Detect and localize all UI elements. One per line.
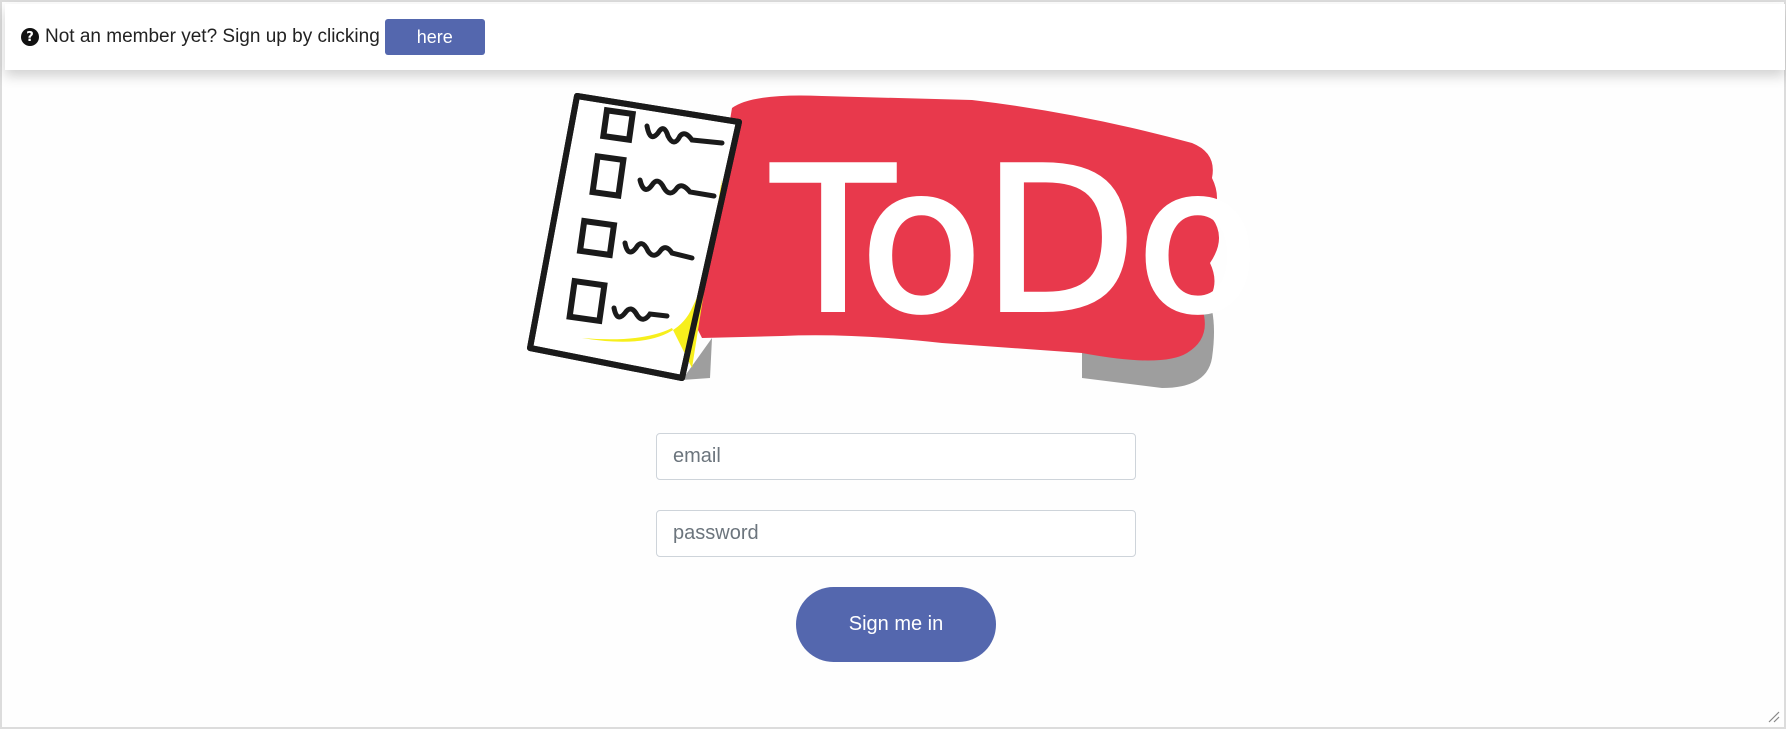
todo-logo: ToDo [527,93,1261,388]
email-field[interactable] [656,433,1136,480]
resize-grip-icon[interactable] [1764,707,1780,723]
password-field[interactable] [656,510,1136,557]
signup-prompt-text: Not an member yet? Sign up by clicking [45,26,380,47]
signup-here-button[interactable]: here [384,19,485,55]
question-circle-icon: ? [21,28,39,46]
sign-in-button[interactable]: Sign me in [796,587,996,662]
page-frame: ? Not an member yet? Sign up by clicking… [0,0,1786,729]
signup-bar: ? Not an member yet? Sign up by clicking… [5,4,1785,70]
logo-text: ToDo [771,125,1259,358]
